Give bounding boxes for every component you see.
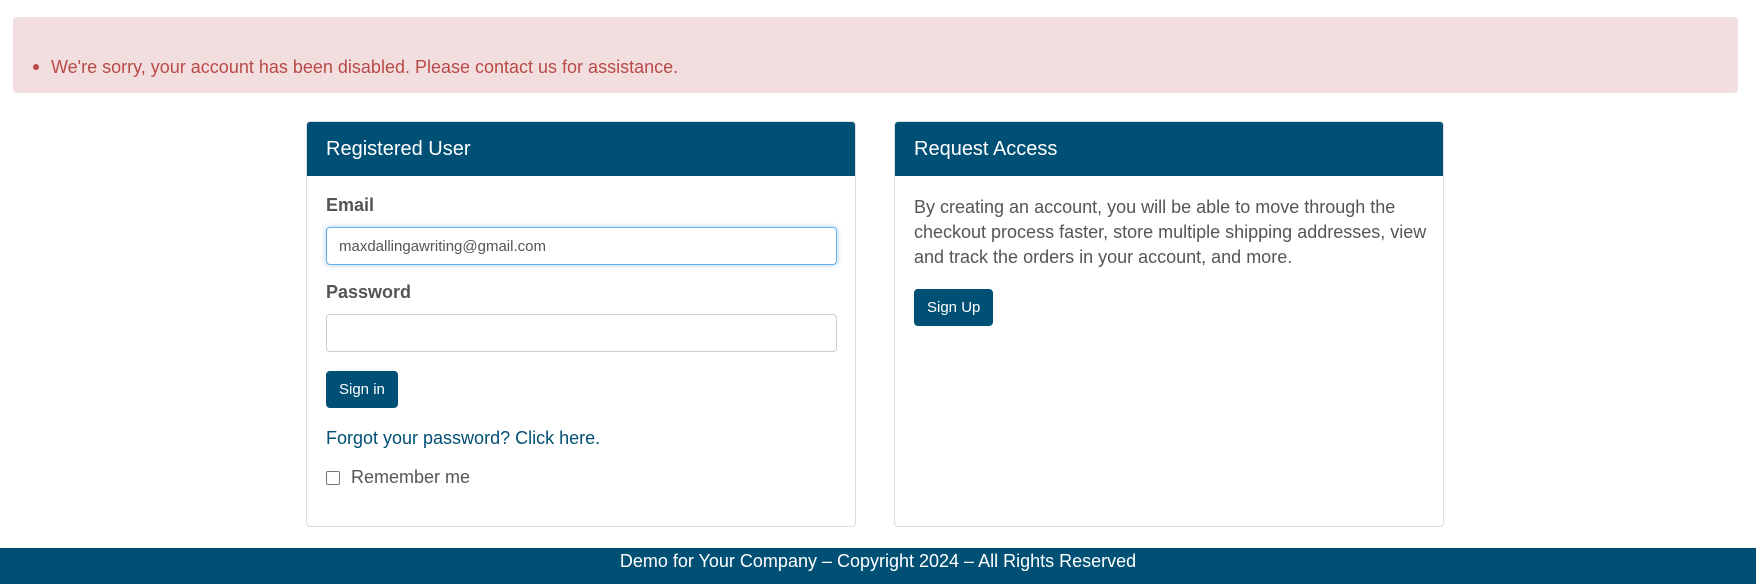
request-access-panel: Request Access By creating an account, y… <box>894 121 1444 527</box>
remember-me[interactable]: Remember me <box>326 467 470 488</box>
panel-title: Registered User <box>307 122 855 176</box>
sign-in-button[interactable]: Sign in <box>326 371 398 408</box>
panel-title: Request Access <box>895 122 1443 176</box>
sign-up-button[interactable]: Sign Up <box>914 289 994 326</box>
forgot-password-link[interactable]: Forgot your password? Click here. <box>326 428 600 449</box>
bullet-icon <box>33 64 39 70</box>
remember-me-label: Remember me <box>351 467 471 487</box>
password-label: Password <box>326 282 412 302</box>
footer-copyright: Demo for Your Company – Copyright 2024 –… <box>619 551 1137 571</box>
email-field[interactable] <box>326 227 837 265</box>
email-label: Email <box>326 195 375 215</box>
request-access-description: By creating an account, you will be able… <box>914 197 1427 267</box>
alert-message: We're sorry, your account has been disab… <box>51 57 679 77</box>
registered-user-panel: Registered User Email Password Sign in F… <box>306 121 856 527</box>
error-alert: We're sorry, your account has been disab… <box>13 17 1738 93</box>
footer: Demo for Your Company – Copyright 2024 –… <box>0 548 1756 584</box>
password-field[interactable] <box>326 314 837 352</box>
remember-me-checkbox[interactable] <box>326 470 340 485</box>
